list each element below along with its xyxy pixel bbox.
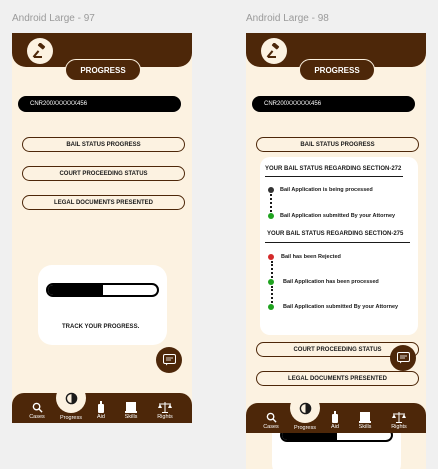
track-progress-label: TRACK YOUR PROGRESS. xyxy=(62,324,140,330)
nav-aid[interactable]: Aid xyxy=(86,401,116,420)
status-dot-complete xyxy=(268,304,274,310)
nav-rights[interactable]: Rights xyxy=(150,401,180,420)
status-dot-pending xyxy=(268,187,274,193)
status-dot-rejected xyxy=(268,254,274,260)
progress-fill xyxy=(48,285,103,295)
screen-progress-98: PROGRESS CNR200XXXXXX456 BAIL STATUS PRO… xyxy=(246,33,426,469)
status-step: Bail Application submitted By your Attor… xyxy=(283,304,399,310)
page-title: PROGRESS xyxy=(299,59,375,81)
court-proceeding-status-button[interactable]: COURT PROCEEDING STATUS xyxy=(22,166,185,181)
progress-nav-active-icon[interactable] xyxy=(56,383,86,413)
book-icon xyxy=(350,411,380,423)
frame-label-97: Android Large - 97 xyxy=(12,13,95,24)
nav-skills[interactable]: Skills xyxy=(116,401,146,420)
status-step: Bail Application submitted By your Attor… xyxy=(280,213,396,219)
divider xyxy=(265,242,410,243)
bottle-icon xyxy=(320,411,350,423)
chat-icon xyxy=(396,352,410,364)
search-icon xyxy=(22,401,52,413)
section-272-heading: YOUR BAIL STATUS REGARDING SECTION-272 xyxy=(265,166,402,172)
legal-documents-presented-button[interactable]: LEGAL DOCUMENTS PRESENTED xyxy=(256,371,419,386)
nav-rights[interactable]: Rights xyxy=(384,411,414,430)
section-275-heading: YOUR BAIL STATUS REGARDING SECTION-275 xyxy=(267,231,404,237)
screen-progress-97: PROGRESS CNR200XXXXXX456 BAIL STATUS PRO… xyxy=(12,33,192,423)
gavel-logo-icon[interactable] xyxy=(261,38,287,64)
search-icon xyxy=(256,411,286,423)
frame-label-98: Android Large - 98 xyxy=(246,13,329,24)
nav-progress[interactable]: Progress xyxy=(290,425,320,431)
page-title: PROGRESS xyxy=(65,59,141,81)
timeline-connector xyxy=(270,286,275,303)
divider xyxy=(265,176,403,177)
status-step: Bail Application is being processed xyxy=(280,187,373,193)
chat-icon xyxy=(162,354,176,366)
progress-bar xyxy=(46,283,159,297)
status-step: Bail has been Rejected xyxy=(281,254,341,260)
status-dot-complete xyxy=(268,213,274,219)
bottle-icon xyxy=(86,401,116,413)
cnr-number-field[interactable]: CNR200XXXXXX456 xyxy=(252,96,415,112)
status-step: Bail Application has been processed xyxy=(283,279,379,285)
progress-nav-active-icon[interactable] xyxy=(290,393,320,423)
nav-skills[interactable]: Skills xyxy=(350,411,380,430)
timeline-connector xyxy=(269,194,274,212)
timeline-connector xyxy=(270,261,275,278)
scales-icon xyxy=(384,411,414,423)
chat-button[interactable] xyxy=(390,345,416,371)
nav-cases[interactable]: Cases xyxy=(256,411,286,430)
track-progress-card: TRACK YOUR PROGRESS. xyxy=(38,265,167,345)
nav-progress[interactable]: Progress xyxy=(56,415,86,421)
scales-icon xyxy=(150,401,180,413)
cnr-number-field[interactable]: CNR200XXXXXX456 xyxy=(18,96,181,112)
legal-documents-presented-button[interactable]: LEGAL DOCUMENTS PRESENTED xyxy=(22,195,185,210)
nav-cases[interactable]: Cases xyxy=(22,401,52,420)
status-dot-complete xyxy=(268,279,274,285)
chat-button[interactable] xyxy=(156,347,182,373)
gavel-logo-icon[interactable] xyxy=(27,38,53,64)
nav-aid[interactable]: Aid xyxy=(320,411,350,430)
bail-status-progress-button[interactable]: BAIL STATUS PROGRESS xyxy=(22,137,185,152)
bail-status-card: YOUR BAIL STATUS REGARDING SECTION-272 B… xyxy=(260,157,418,335)
book-icon xyxy=(116,401,146,413)
bail-status-progress-button[interactable]: BAIL STATUS PROGRESS xyxy=(256,137,419,152)
